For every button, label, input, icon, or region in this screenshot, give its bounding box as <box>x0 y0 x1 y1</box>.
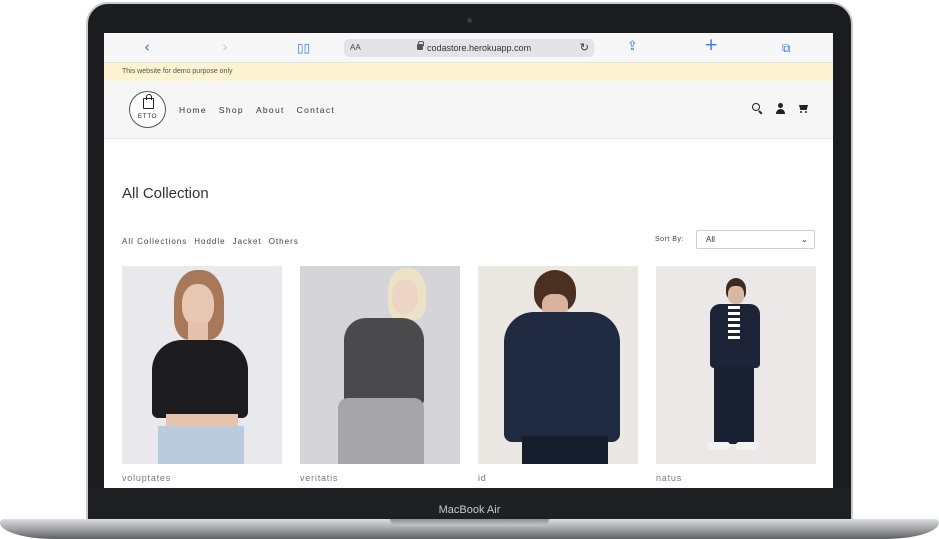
product-name[interactable]: id <box>478 473 487 483</box>
sort-selected-value: All <box>706 235 715 244</box>
product-image[interactable] <box>478 266 638 464</box>
url-text: codastore.herokuapp.com <box>427 43 532 53</box>
product-card[interactable]: veritatis <box>300 266 460 483</box>
product-card[interactable]: voluptates <box>122 266 282 483</box>
product-card[interactable]: natus <box>656 266 816 483</box>
tabs-overview-icon[interactable]: ⧉ <box>782 40 791 56</box>
shopping-bag-icon <box>143 94 154 109</box>
screen: ‹ › ▯▯ AA codastore.herokuapp.com ↻ ⇪ + … <box>104 33 833 488</box>
search-icon[interactable] <box>752 103 763 114</box>
site-header: ETTO Home Shop About Contact <box>104 81 833 139</box>
reload-icon[interactable]: ↻ <box>580 39 589 57</box>
logo-text: ETTO <box>137 113 158 120</box>
product-name[interactable]: voluptates <box>122 473 171 483</box>
demo-banner: This website for demo purpose only <box>104 63 833 81</box>
user-icon[interactable] <box>775 103 786 114</box>
filter-jacket[interactable]: Jacket <box>233 237 262 246</box>
filter-others[interactable]: Others <box>269 237 299 246</box>
product-card[interactable]: id <box>478 266 638 483</box>
reader-text-size-button[interactable]: AA <box>350 39 361 57</box>
product-name[interactable]: natus <box>656 473 682 483</box>
collection-filters: All Collections Hoddle Jacket Others <box>122 237 299 246</box>
back-icon[interactable]: ‹ <box>144 39 150 55</box>
filter-all-collections[interactable]: All Collections <box>122 237 187 246</box>
product-image[interactable] <box>656 266 816 464</box>
device-label: MacBook Air <box>438 504 501 516</box>
sort-label: Sort By: <box>655 236 684 243</box>
bookmarks-icon[interactable]: ▯▯ <box>297 40 310 56</box>
product-grid: voluptates veritatis id natus <box>122 266 816 483</box>
nav-home[interactable]: Home <box>179 105 207 115</box>
browser-toolbar: ‹ › ▯▯ AA codastore.herokuapp.com ↻ ⇪ + … <box>104 33 833 63</box>
nav-shop[interactable]: Shop <box>219 105 244 115</box>
filter-hoddle[interactable]: Hoddle <box>194 237 225 246</box>
page-title: All Collection <box>122 185 209 202</box>
share-icon[interactable]: ⇪ <box>627 39 638 55</box>
main-nav: Home Shop About Contact <box>179 105 335 115</box>
product-image[interactable] <box>300 266 460 464</box>
chevron-down-icon: ⌄ <box>801 235 808 244</box>
product-name[interactable]: veritatis <box>300 473 338 483</box>
laptop-notch <box>390 519 549 526</box>
nav-contact[interactable]: Contact <box>297 105 335 115</box>
cart-icon[interactable] <box>798 103 809 114</box>
forward-icon[interactable]: › <box>222 39 228 55</box>
lock-icon <box>417 41 424 50</box>
new-tab-icon[interactable]: + <box>704 37 718 54</box>
product-image[interactable] <box>122 266 282 464</box>
header-icons <box>752 103 809 114</box>
logo[interactable]: ETTO <box>129 91 166 128</box>
address-bar[interactable]: AA codastore.herokuapp.com ↻ <box>344 39 594 57</box>
camera-icon <box>467 18 472 23</box>
sort-select[interactable]: All ⌄ <box>696 230 815 249</box>
nav-about[interactable]: About <box>256 105 285 115</box>
